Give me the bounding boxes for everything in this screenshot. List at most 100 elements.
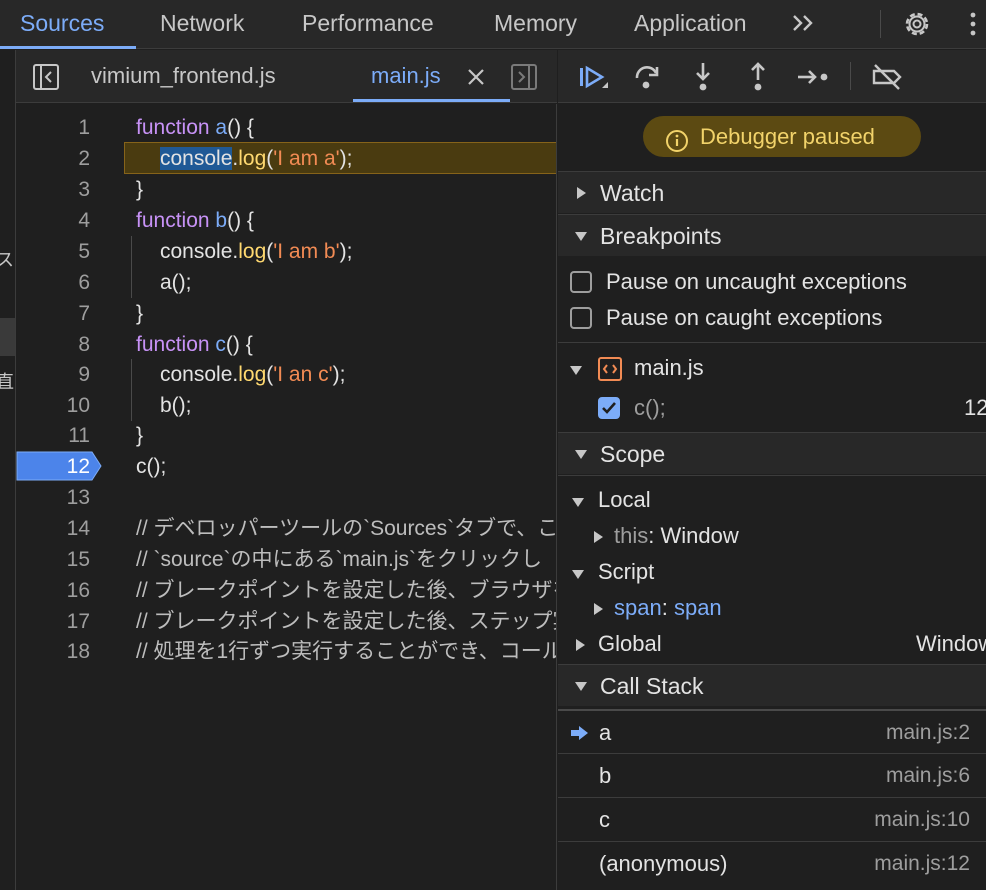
step-icon[interactable] [796, 60, 830, 94]
scope-this-row[interactable]: this: Window [558, 518, 986, 554]
section-label: Scope [600, 441, 666, 467]
toggle-navigator-icon[interactable] [32, 63, 60, 91]
line-number[interactable]: 5 [16, 236, 90, 267]
method-name: log [238, 240, 267, 263]
debugger-paused-badge: Debugger paused [643, 116, 921, 157]
editor-tab-underline [353, 99, 510, 102]
line-number[interactable]: 8 [16, 329, 90, 360]
step-over-icon[interactable] [630, 60, 664, 94]
scope-global-row[interactable]: Global Window [558, 626, 986, 662]
pause-uncaught-row[interactable]: Pause on uncaught exceptions [558, 264, 986, 300]
scope-span-row[interactable]: span: span [558, 590, 986, 626]
tab-sources[interactable]: Sources [20, 0, 104, 48]
js-file-icon [598, 357, 622, 381]
line-number[interactable]: 6 [16, 267, 90, 298]
function-name: a [215, 116, 228, 139]
line-number[interactable]: 17 [16, 606, 90, 637]
code-line-current: 2 console.log('I am a'); [16, 143, 556, 174]
call-frame-function: c [599, 807, 610, 832]
line-number[interactable]: 1 [16, 112, 90, 143]
code-line: 8 function c() { [16, 329, 556, 360]
tab-network[interactable]: Network [160, 0, 244, 48]
call-frame-function: a [599, 720, 612, 745]
call-frame-location[interactable]: main.js:6 [886, 754, 970, 798]
line-number[interactable]: 3 [16, 174, 90, 205]
collapse-triangle-icon [574, 447, 588, 461]
toolbar-divider [850, 62, 851, 90]
call-frame-function: (anonymous) [599, 851, 728, 876]
method-name: log [238, 363, 267, 386]
call-frame-location[interactable]: main.js:12 [874, 842, 970, 886]
scope-section-header[interactable]: Scope [558, 432, 986, 474]
scope-sep: : [661, 595, 674, 620]
string-literal: 'I am b' [273, 240, 340, 263]
pause-caught-checkbox[interactable] [570, 307, 592, 329]
line-number[interactable]: 9 [16, 359, 90, 390]
collapse-triangle-icon [570, 363, 582, 375]
code-line: 11 } [16, 420, 556, 451]
tab-application[interactable]: Application [634, 0, 747, 48]
line-number[interactable]: 15 [16, 544, 90, 575]
line-number[interactable]: 11 [16, 420, 90, 451]
code-text: () { [227, 116, 254, 139]
divider [558, 342, 986, 343]
breakpoint-code: c(); [634, 395, 666, 420]
step-out-icon[interactable] [741, 60, 775, 94]
debugger-toolbar [558, 50, 986, 103]
tab-memory[interactable]: Memory [494, 0, 577, 48]
step-into-icon[interactable] [686, 60, 720, 94]
line-number[interactable]: 16 [16, 575, 90, 606]
toggle-debugger-sidebar-icon[interactable] [510, 63, 538, 91]
more-options-icon[interactable] [965, 10, 981, 38]
call-frame-location[interactable]: main.js:2 [886, 711, 970, 755]
tab-performance[interactable]: Performance [302, 0, 434, 48]
code-text: } [136, 302, 144, 325]
line-number[interactable]: 14 [16, 513, 90, 544]
line-number-breakpoint[interactable]: 12 [16, 451, 90, 482]
keyword: function [136, 209, 210, 232]
line-number[interactable]: 10 [16, 390, 90, 421]
call-stack-section-header[interactable]: Call Stack [558, 664, 986, 706]
breakpoint-entry-row[interactable]: c(); 12 [558, 390, 986, 426]
call-frame-row[interactable]: b main.js:6 [558, 753, 986, 797]
pause-uncaught-checkbox[interactable] [570, 271, 592, 293]
breakpoint-file-name: main.js [634, 355, 704, 380]
editor-tab-main-js[interactable]: main.js [371, 50, 441, 102]
code-text: console. [160, 363, 239, 386]
scope-this-value: Window [660, 523, 739, 548]
function-name: b [215, 209, 228, 232]
code-text: b(); [160, 394, 192, 417]
breakpoint-enabled-checkbox[interactable] [598, 397, 620, 419]
call-frame-row-active[interactable]: a main.js:2 [558, 709, 986, 753]
code-editor[interactable]: 1 function a() { 2 console.log('I am a')… [16, 104, 557, 890]
editor-tab-vimium-frontend[interactable]: vimium_frontend.js [91, 50, 276, 102]
expand-triangle-icon [592, 530, 604, 543]
pause-caught-row[interactable]: Pause on caught exceptions [558, 300, 986, 336]
info-icon [665, 125, 689, 152]
watch-section-header[interactable]: Watch [558, 171, 986, 213]
breakpoints-section-header[interactable]: Breakpoints [558, 214, 986, 256]
code-line: 3 } [16, 174, 556, 205]
scope-local-row[interactable]: Local [558, 482, 986, 518]
settings-gear-icon[interactable] [900, 7, 934, 41]
navigator-selected-item[interactable] [0, 318, 15, 356]
line-number[interactable]: 7 [16, 298, 90, 329]
line-number[interactable]: 4 [16, 205, 90, 236]
code-comment: // ブレークポイントを設定した後、ブラウザをリ [136, 579, 557, 602]
navigator-collapsed-strip: ス 直 [0, 50, 16, 890]
call-frame-row[interactable]: c main.js:10 [558, 797, 986, 841]
scope-global-label: Global [598, 631, 662, 656]
scope-script-row[interactable]: Script [558, 554, 986, 590]
code-text: console. [160, 240, 239, 263]
line-number[interactable]: 18 [16, 636, 90, 667]
close-tab-icon[interactable] [462, 63, 490, 91]
line-number[interactable]: 2 [16, 143, 90, 174]
call-frame-row[interactable]: (anonymous) main.js:12 [558, 841, 986, 885]
more-tabs-icon[interactable] [790, 8, 820, 38]
breakpoint-file-row[interactable]: main.js [558, 350, 986, 386]
resume-icon[interactable] [576, 60, 610, 94]
breakpoint-line-number: 12 [964, 395, 986, 420]
call-frame-location[interactable]: main.js:10 [874, 798, 970, 842]
deactivate-breakpoints-icon[interactable] [870, 60, 904, 94]
line-number[interactable]: 13 [16, 482, 90, 513]
